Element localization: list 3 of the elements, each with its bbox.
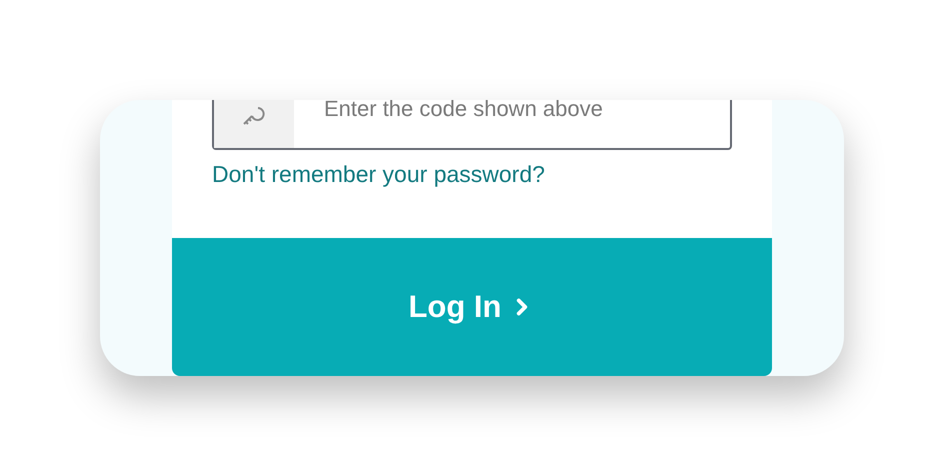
forgot-password-link[interactable]: Don't remember your password? [212, 160, 545, 188]
key-icon [242, 106, 266, 126]
login-button[interactable]: Log In [172, 238, 772, 376]
